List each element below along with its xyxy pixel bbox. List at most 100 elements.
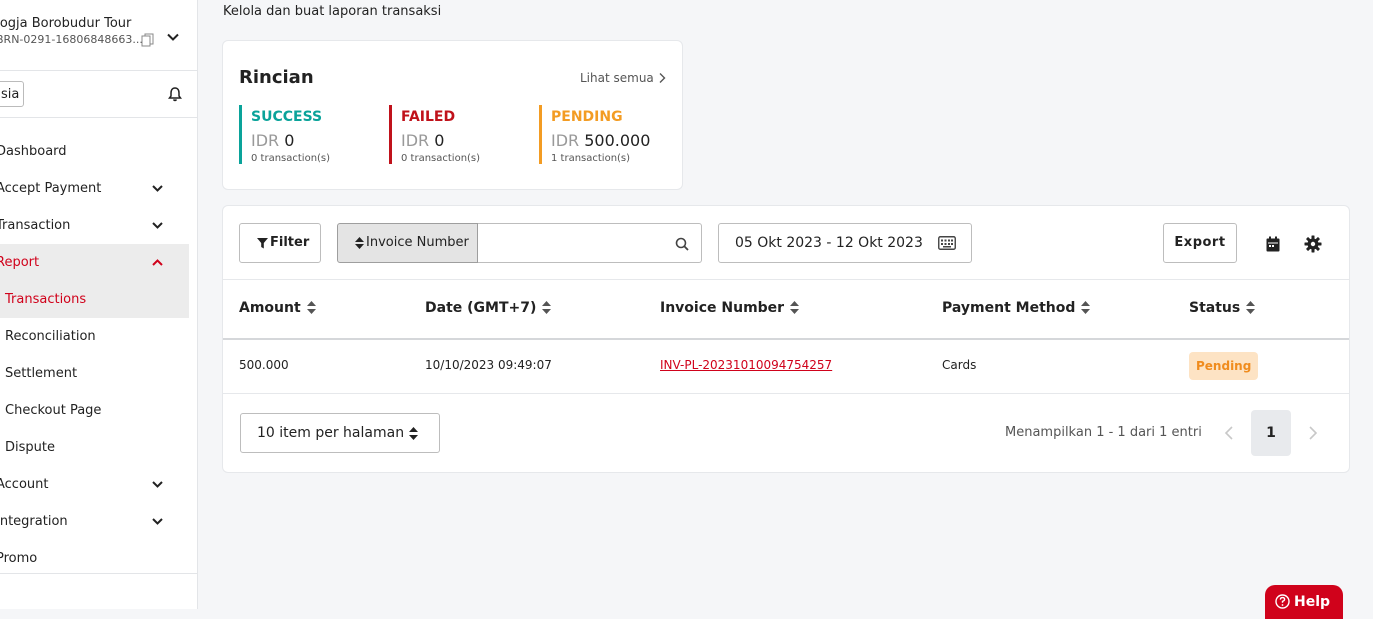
search-icon[interactable]	[675, 237, 689, 251]
chevron-right-icon[interactable]	[1307, 425, 1319, 441]
sidebar-item-reconciliation[interactable]: Reconciliation	[0, 318, 189, 355]
chevron-left-icon[interactable]	[1223, 425, 1235, 441]
sidebar-item-label: Promo	[0, 551, 38, 566]
filter-button-label: Filter	[270, 235, 310, 250]
question-icon	[1275, 594, 1290, 609]
stat-value: 0	[434, 131, 445, 150]
column-header-label: Amount	[239, 300, 301, 316]
sidebar-item-label: Transactions	[5, 292, 87, 307]
column-header-label: Date (GMT+7)	[425, 300, 537, 316]
stat-currency: IDR	[401, 131, 430, 150]
stat-amount: IDR 0	[251, 131, 294, 150]
sort-icon	[1246, 301, 1256, 314]
sidebar-item-label: Checkout Page	[5, 403, 102, 418]
sidebar: Jogja Borobudur Tour BRN-0291-1680684866…	[0, 0, 198, 609]
help-button-label: Help	[1294, 594, 1331, 610]
sidebar-item-label: Dashboard	[0, 144, 67, 159]
merchant-id: BRN-0291-16806848663...	[0, 33, 143, 46]
sidebar-item-settlement[interactable]: Settlement	[0, 355, 189, 392]
page-subtitle: Kelola dan buat laporan transaksi	[223, 4, 442, 19]
sidebar-item-label: Transaction	[0, 218, 71, 233]
sidebar-item-label: Accept Payment	[0, 181, 102, 196]
calendar-icon[interactable]	[1266, 236, 1280, 252]
see-all-link[interactable]: Lihat semua	[580, 71, 654, 85]
select-arrows-icon	[409, 427, 418, 440]
chevron-right-icon[interactable]	[656, 72, 668, 84]
stat-label: FAILED	[401, 109, 456, 125]
stat-amount: IDR 500.000	[551, 131, 650, 150]
chevron-down-icon	[152, 481, 163, 488]
bell-icon[interactable]	[167, 86, 183, 102]
sidebar-item-label: Account	[0, 477, 49, 492]
summary-title: Rincian	[239, 67, 314, 88]
stat-bar	[539, 105, 542, 164]
copy-icon[interactable]	[141, 33, 155, 47]
chevron-down-icon	[152, 185, 163, 192]
column-header-label: Status	[1189, 300, 1241, 316]
sidebar-item-transaction[interactable]: Transaction	[0, 207, 189, 244]
stat-failed: FAILED IDR 0 0 transaction(s)	[389, 105, 529, 165]
column-header-label: Payment Method	[942, 300, 1076, 316]
date-range-value: 05 Okt 2023 - 12 Okt 2023	[735, 235, 923, 251]
filter-icon	[257, 238, 268, 249]
transactions-card: Filter Invoice Number 05 Okt 2023 - 12 O…	[222, 205, 1350, 473]
sidebar-item-checkout-page[interactable]: Checkout Page	[0, 392, 189, 429]
table-row: 500.000 10/10/2023 09:49:07 INV-PL-20231…	[223, 339, 1349, 394]
column-header-date[interactable]: Date (GMT+7)	[425, 300, 552, 316]
language-select[interactable]: sia	[0, 81, 24, 107]
column-header-label: Invoice Number	[660, 300, 785, 316]
sidebar-item-dashboard[interactable]: Dashboard	[0, 133, 189, 170]
column-header-payment-method[interactable]: Payment Method	[942, 300, 1091, 316]
stat-bar	[389, 105, 392, 164]
sidebar-item-integration[interactable]: Integration	[0, 503, 189, 540]
search-field-select[interactable]: Invoice Number	[337, 223, 478, 263]
stat-value: 500.000	[584, 131, 651, 150]
filter-button[interactable]: Filter	[239, 223, 321, 263]
sidebar-item-account[interactable]: Account	[0, 466, 189, 503]
chevron-down-icon	[152, 222, 163, 229]
stat-count: 0 transaction(s)	[251, 153, 331, 164]
help-button[interactable]: Help	[1265, 585, 1343, 619]
sidebar-item-label: Settlement	[5, 366, 78, 381]
status-badge: Pending	[1189, 352, 1259, 380]
invoice-link[interactable]: INV-PL-20231010094754257	[660, 358, 832, 372]
date-range-picker[interactable]: 05 Okt 2023 - 12 Okt 2023	[718, 223, 972, 263]
stat-count: 0 transaction(s)	[401, 153, 481, 164]
sidebar-item-dispute[interactable]: Dispute	[0, 429, 189, 466]
sort-icon	[1081, 301, 1091, 314]
sort-icon	[306, 301, 316, 314]
keyboard-icon	[938, 236, 956, 250]
sidebar-item-accept-payment[interactable]: Accept Payment	[0, 170, 189, 207]
sidebar-item-label: Report	[0, 255, 40, 270]
cell-payment-method: Cards	[942, 358, 977, 372]
stat-label: SUCCESS	[251, 109, 323, 125]
sidebar-divider	[0, 573, 197, 574]
export-button[interactable]: Export	[1163, 223, 1237, 263]
page-number-button[interactable]: 1	[1251, 410, 1291, 456]
stat-amount: IDR 0	[401, 131, 444, 150]
stat-count: 1 transaction(s)	[551, 153, 631, 164]
stat-currency: IDR	[251, 131, 280, 150]
merchant-switcher[interactable]: Jogja Borobudur Tour BRN-0291-1680684866…	[0, 0, 197, 71]
cell-amount: 500.000	[239, 358, 289, 372]
cell-date: 10/10/2023 09:49:07	[425, 358, 552, 372]
sidebar-item-transactions[interactable]: Transactions	[0, 281, 189, 318]
chevron-down-icon[interactable]	[166, 30, 180, 44]
sidebar-nav: Dashboard Accept Payment Transaction Rep…	[0, 133, 189, 577]
search-input[interactable]	[478, 223, 702, 263]
column-header-amount[interactable]: Amount	[239, 300, 316, 316]
column-header-status[interactable]: Status	[1189, 300, 1256, 316]
merchant-name: Jogja Borobudur Tour	[0, 16, 132, 31]
pagination-info: Menampilkan 1 - 1 dari 1 entri	[1005, 425, 1202, 440]
column-header-invoice[interactable]: Invoice Number	[660, 300, 800, 316]
sort-icon	[790, 301, 800, 314]
page-size-select[interactable]: 10 item per halaman	[240, 413, 440, 453]
stat-success: SUCCESS IDR 0 0 transaction(s)	[239, 105, 379, 165]
stat-label: PENDING	[551, 109, 623, 125]
sidebar-item-report[interactable]: Report	[0, 244, 189, 281]
sidebar-item-promo[interactable]: Promo	[0, 540, 189, 577]
stat-pending: PENDING IDR 500.000 1 transaction(s)	[539, 105, 679, 165]
sort-icon	[542, 301, 552, 314]
stat-value: 0	[284, 131, 295, 150]
gear-icon[interactable]	[1304, 235, 1322, 253]
